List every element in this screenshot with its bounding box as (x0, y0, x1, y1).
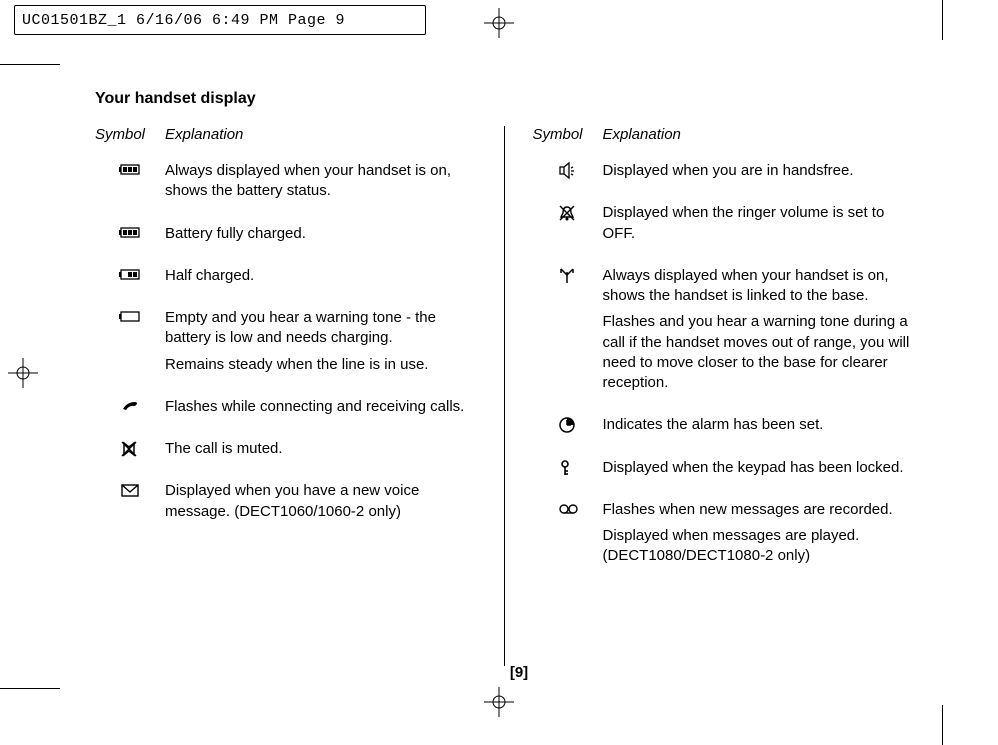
battery-full-icon (95, 161, 165, 208)
symbol-entry: Always displayed when your handset is on… (95, 161, 476, 208)
explanation-text: Displayed when the keypad has been locke… (603, 458, 914, 484)
explanation-paragraph: Remains steady when the line is in use. (165, 355, 476, 375)
symbol-entry: The call is muted. (95, 439, 476, 465)
crop-info-text: UC01501BZ_1 6/16/06 6:49 PM Page 9 (22, 12, 345, 29)
column-header: Symbol Explanation (533, 126, 914, 143)
tape-icon (533, 500, 603, 573)
explanation-text: The call is muted. (165, 439, 476, 465)
explanation-paragraph: Displayed when you are in handsfree. (603, 161, 914, 181)
mute-icon (95, 439, 165, 465)
explanation-paragraph: Always displayed when your handset is on… (165, 161, 476, 202)
explanation-paragraph: Flashes when new messages are recorded. (603, 500, 914, 520)
left-column: Symbol Explanation Always displayed when… (95, 126, 504, 666)
symbol-entry: Half charged. (95, 266, 476, 292)
explanation-paragraph: Flashes and you hear a warning tone duri… (603, 312, 914, 393)
explanation-paragraph: Displayed when the keypad has been locke… (603, 458, 914, 478)
explanation-text: Displayed when you are in handsfree. (603, 161, 914, 187)
explanation-text: Always displayed when your handset is on… (165, 161, 476, 208)
key-icon (533, 458, 603, 484)
explanation-text: Flashes when new messages are recorded. D… (603, 500, 914, 573)
symbol-entry: Flashes when new messages are recorded. D… (533, 500, 914, 573)
explanation-text: Flashes while connecting and receiving c… (165, 397, 476, 423)
page-number: [9] (510, 664, 528, 681)
explanation-text: Always displayed when your handset is on… (603, 266, 914, 400)
explanation-paragraph: Half charged. (165, 266, 476, 286)
symbol-entry: Indicates the alarm has been set. (533, 415, 914, 441)
call-icon (95, 397, 165, 423)
symbol-entry: Always displayed when your handset is on… (533, 266, 914, 400)
antenna-icon (533, 266, 603, 400)
explanation-text: Displayed when the ringer volume is set … (603, 203, 914, 250)
explanation-paragraph: Indicates the alarm has been set. (603, 415, 914, 435)
header-symbol: Symbol (533, 126, 603, 143)
explanation-text: Battery fully charged. (165, 224, 476, 250)
trim-mark (0, 688, 60, 689)
trim-mark (942, 705, 943, 745)
clock-icon (533, 415, 603, 441)
battery-half-icon (95, 266, 165, 292)
symbol-entry: Displayed when you are in handsfree. (533, 161, 914, 187)
explanation-text: Half charged. (165, 266, 476, 292)
registration-mark-bottom (484, 687, 514, 717)
explanation-text: Indicates the alarm has been set. (603, 415, 914, 441)
explanation-paragraph: Displayed when the ringer volume is set … (603, 203, 914, 244)
symbol-entry: Displayed when the ringer volume is set … (533, 203, 914, 250)
explanation-text: Displayed when you have a new voice mess… (165, 481, 476, 528)
explanation-paragraph: Flashes while connecting and receiving c… (165, 397, 476, 417)
battery-full-icon (95, 224, 165, 250)
bell-off-icon (533, 203, 603, 250)
trim-mark (942, 0, 943, 40)
symbol-entry: Empty and you hear a warning tone - the … (95, 308, 476, 381)
symbol-entry: Flashes while connecting and receiving c… (95, 397, 476, 423)
registration-mark-left (8, 358, 38, 388)
columns: Symbol Explanation Always displayed when… (95, 126, 943, 666)
battery-empty-icon (95, 308, 165, 381)
explanation-paragraph: Displayed when messages are played. (DEC… (603, 526, 914, 567)
symbol-entry: Battery fully charged. (95, 224, 476, 250)
trim-mark (0, 64, 60, 65)
header-explanation: Explanation (603, 126, 914, 143)
explanation-text: Empty and you hear a warning tone - the … (165, 308, 476, 381)
header-explanation: Explanation (165, 126, 476, 143)
registration-mark-top (484, 8, 514, 38)
explanation-paragraph: Displayed when you have a new voice mess… (165, 481, 476, 522)
page-title: Your handset display (95, 90, 943, 108)
explanation-paragraph: Empty and you hear a warning tone - the … (165, 308, 476, 349)
header-symbol: Symbol (95, 126, 165, 143)
column-header: Symbol Explanation (95, 126, 476, 143)
symbol-entry: Displayed when you have a new voice mess… (95, 481, 476, 528)
explanation-paragraph: Battery fully charged. (165, 224, 476, 244)
envelope-icon (95, 481, 165, 528)
handsfree-icon (533, 161, 603, 187)
explanation-paragraph: The call is muted. (165, 439, 476, 459)
right-column: Symbol Explanation Displayed when you ar… (504, 126, 944, 666)
page-content: Your handset display Symbol Explanation … (95, 90, 943, 655)
explanation-paragraph: Always displayed when your handset is on… (603, 266, 914, 307)
symbol-entry: Displayed when the keypad has been locke… (533, 458, 914, 484)
